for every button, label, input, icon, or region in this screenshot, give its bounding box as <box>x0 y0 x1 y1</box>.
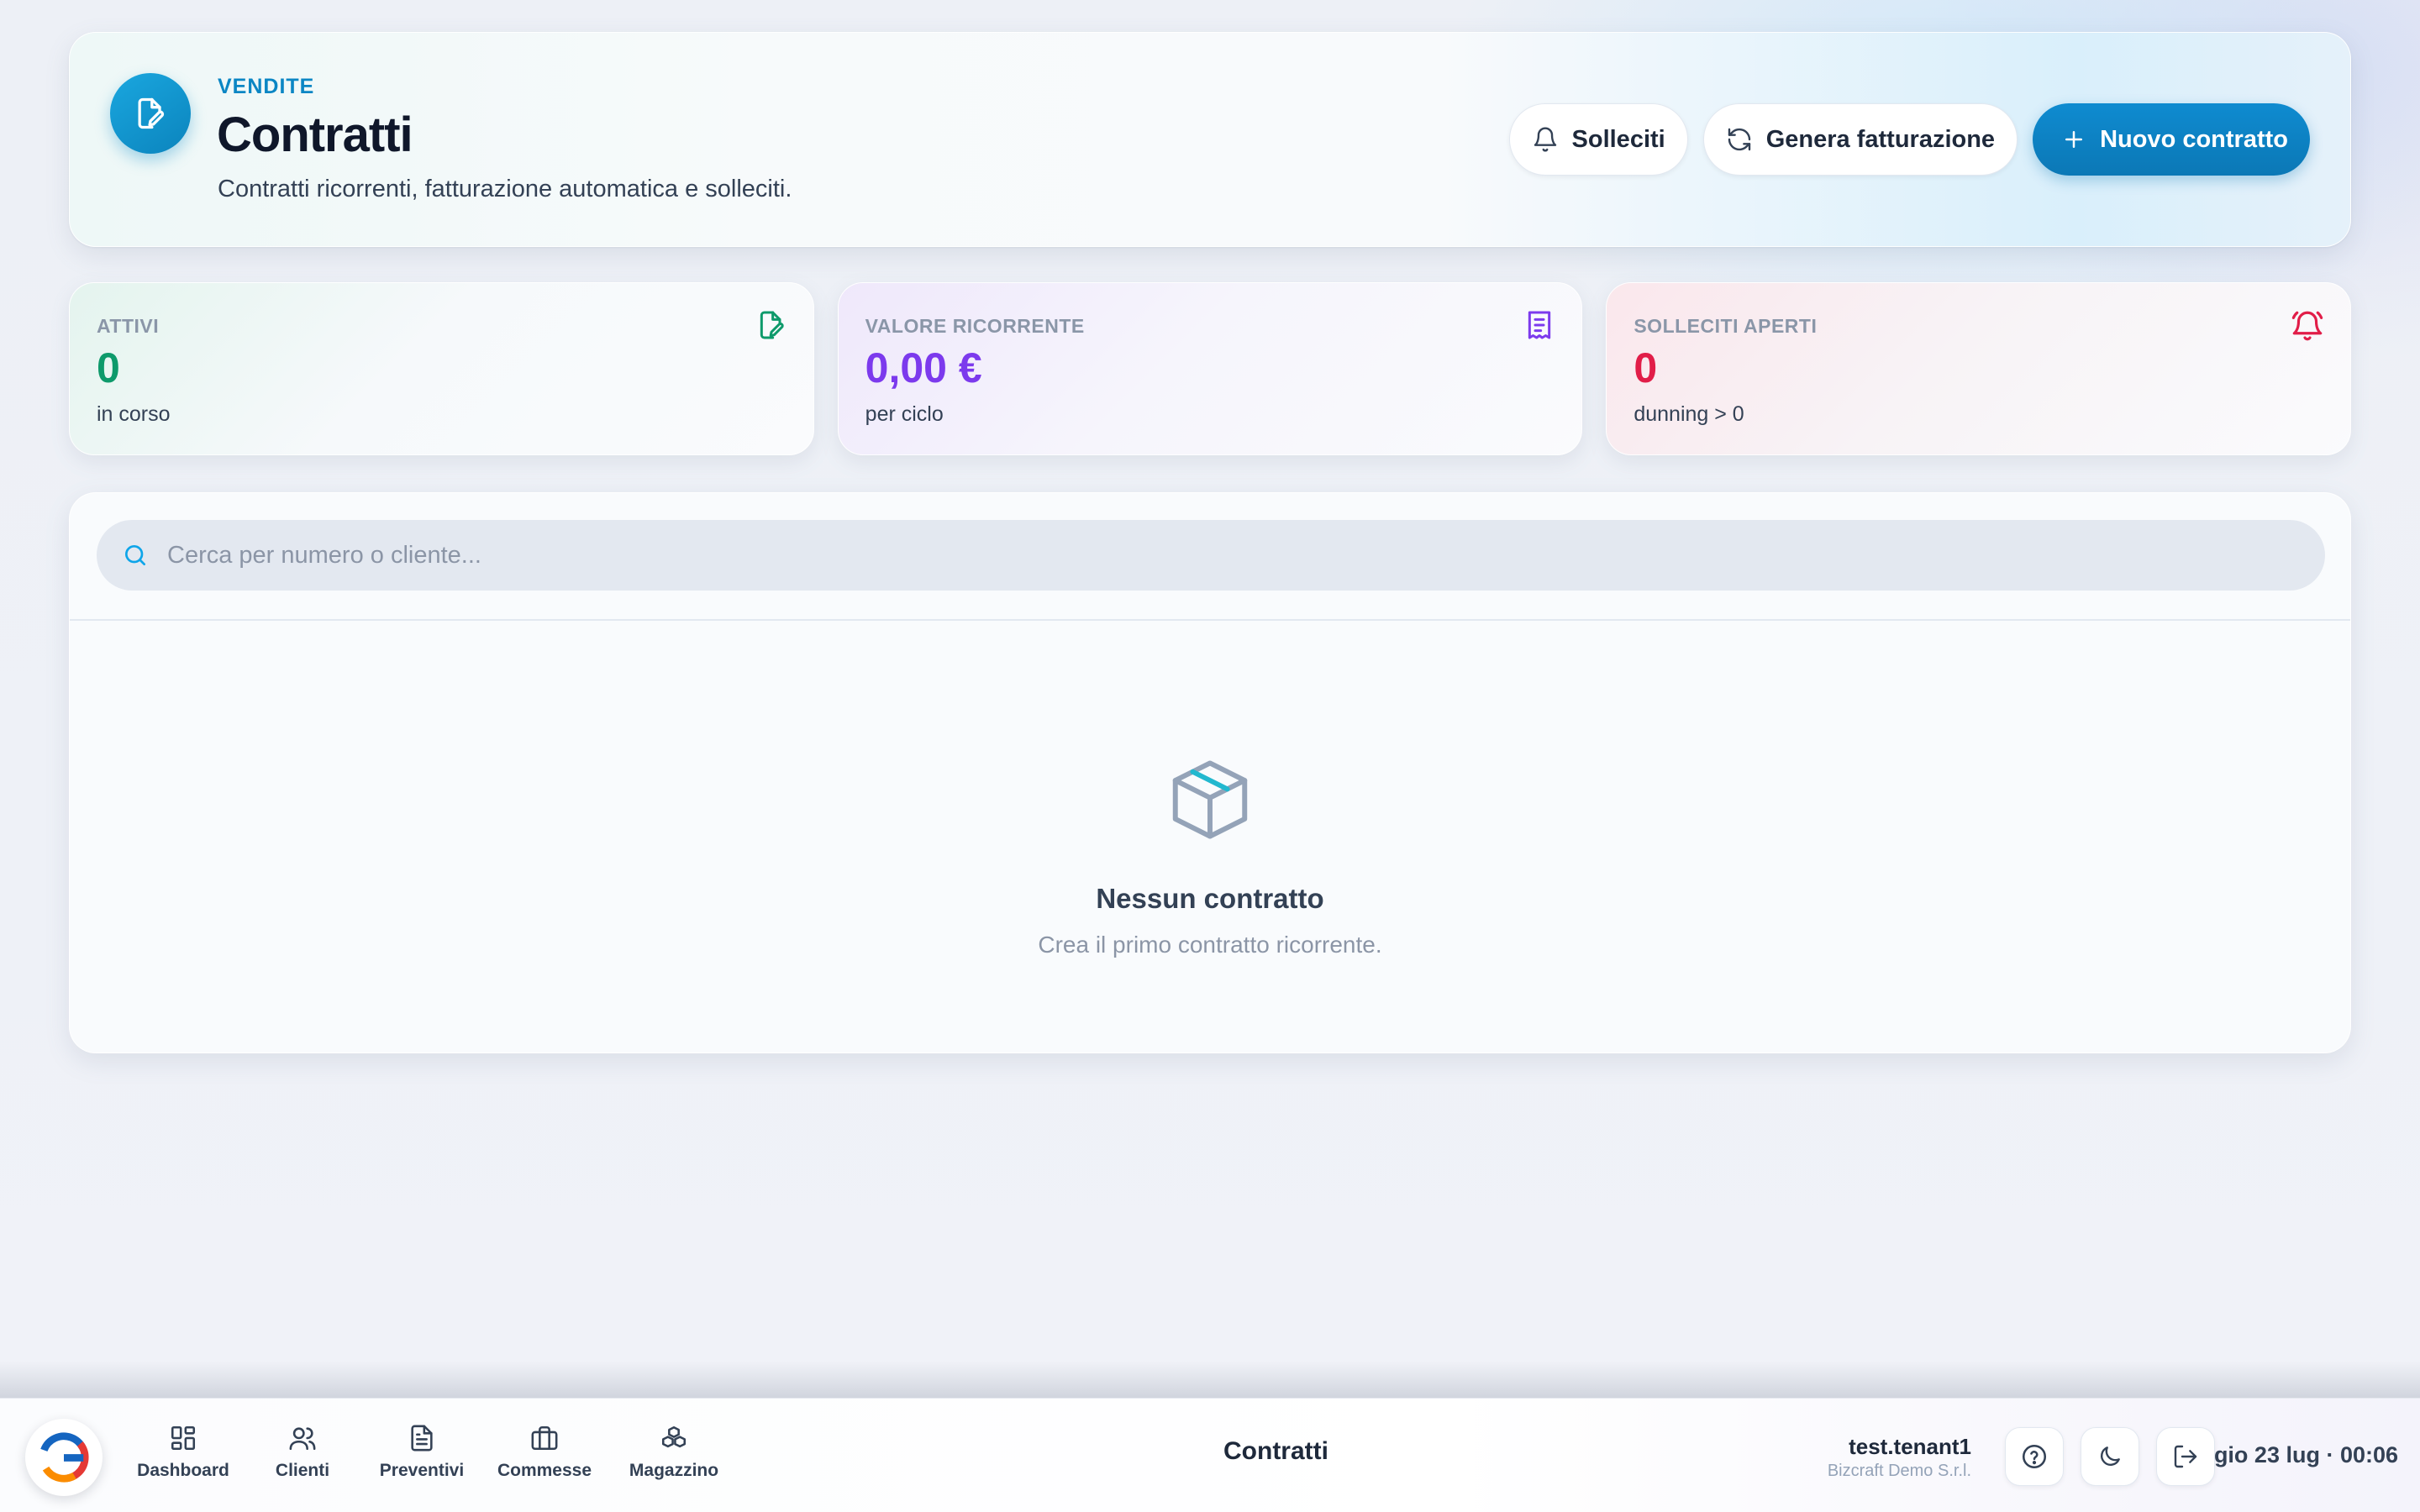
search-input[interactable] <box>167 541 2184 570</box>
logout-icon <box>2174 1445 2197 1468</box>
header-actions: Solleciti Genera fatturazione Nuovo cont… <box>1508 103 2310 176</box>
stat-note: dunning > 0 <box>1634 402 1744 426</box>
logout-button[interactable] <box>2156 1427 2215 1486</box>
generate-billing-button[interactable]: Genera fatturazione <box>1702 103 2018 176</box>
page-title: Contratti <box>217 108 413 162</box>
user-info[interactable]: test.tenant1 Bizcraft Demo S.r.l. <box>1828 1434 1971 1481</box>
contract-edit-icon <box>760 311 784 339</box>
plus-icon <box>2065 131 2083 148</box>
stat-value: 0,00 € <box>865 344 982 391</box>
receipt-icon <box>1528 311 1551 339</box>
stat-label: SOLLECITI APERTI <box>1634 315 1818 337</box>
stat-note: per ciclo <box>865 402 944 426</box>
user-company: Bizcraft Demo S.r.l. <box>1827 1462 1971 1480</box>
help-button[interactable] <box>2005 1427 2064 1486</box>
stat-card-active: ATTIVI 0 in corso <box>69 282 814 455</box>
bell-ring-icon <box>2291 311 2323 341</box>
briefcase-icon <box>531 1425 558 1451</box>
nav-item-preventivi[interactable]: Preventivi <box>365 1424 479 1481</box>
grid-icon <box>171 1425 196 1451</box>
search-bar[interactable] <box>97 520 2325 591</box>
nav-item-commesse[interactable]: Commesse <box>479 1424 610 1481</box>
empty-state-title: Nessun contratto <box>1096 883 1324 914</box>
nav-item-label: Preventivi <box>379 1461 465 1480</box>
page-subtitle: Contratti ricorrenti, fatturazione autom… <box>218 176 792 202</box>
dark-mode-button[interactable] <box>2081 1427 2139 1486</box>
new-contract-button[interactable]: Nuovo contratto <box>2033 103 2310 176</box>
stat-card-open-reminders: SOLLECITI APERTI 0 dunning > 0 <box>1606 282 2352 455</box>
stats-row: ATTIVI 0 in corso VALORE RICORRENTE 0,00… <box>69 282 2352 455</box>
logo-icon <box>39 1432 89 1483</box>
dock-nav: Dashboard Clienti Preventivi Commesse Ma… <box>126 1424 738 1481</box>
nav-item-dashboard[interactable]: Dashboard <box>126 1424 240 1481</box>
boxes-icon <box>661 1425 687 1448</box>
users-icon <box>289 1427 316 1451</box>
stat-value: 0 <box>1634 344 1658 391</box>
help-icon <box>2022 1444 2047 1469</box>
section-eyebrow: VENDITE <box>218 75 315 98</box>
date-time: gio 23 lug · 00:06 <box>2213 1442 2398 1467</box>
empty-state-subtitle: Crea il primo contratto ricorrente. <box>1038 932 1382 958</box>
search-icon <box>125 545 145 565</box>
page-header: VENDITE Contratti Contratti ricorrenti, … <box>69 32 2351 247</box>
contract-edit-icon <box>110 73 191 154</box>
empty-state: Nessun contratto Crea il primo contratto… <box>70 753 2350 958</box>
nav-item-label: Magazzino <box>629 1461 719 1480</box>
bottom-dock: Dashboard Clienti Preventivi Commesse Ma… <box>0 1398 2420 1512</box>
stat-label: ATTIVI <box>97 315 160 337</box>
moon-icon <box>2101 1446 2120 1466</box>
reminders-button[interactable]: Solleciti <box>1508 103 1688 176</box>
contracts-panel: Nessun contratto Crea il primo contratto… <box>69 492 2351 1053</box>
stat-card-recurring-value: VALORE RICORRENTE 0,00 € per ciclo <box>837 282 1583 455</box>
nav-item-label: Dashboard <box>137 1461 229 1480</box>
stat-note: in corso <box>97 402 171 426</box>
nav-item-magazzino[interactable]: Magazzino <box>610 1424 738 1481</box>
nav-item-clienti[interactable]: Clienti <box>240 1424 365 1481</box>
stat-value: 0 <box>97 344 120 391</box>
dock-shadow <box>0 1361 2420 1399</box>
bell-icon <box>1534 127 1556 152</box>
reminders-button-label: Solleciti <box>1571 125 1665 153</box>
generate-billing-button-label: Genera fatturazione <box>1765 125 1996 153</box>
app-logo[interactable] <box>25 1419 103 1496</box>
new-contract-button-label: Nuovo contratto <box>2100 125 2288 153</box>
page-content: VENDITE Contratti Contratti ricorrenti, … <box>69 32 2352 1053</box>
current-page-title: Contratti <box>1223 1437 1328 1465</box>
user-name: test.tenant1 <box>1849 1434 1971 1459</box>
package-icon <box>1172 760 1248 839</box>
document-icon <box>411 1425 433 1452</box>
nav-item-label: Commesse <box>497 1461 592 1480</box>
refresh-icon <box>1728 128 1750 151</box>
stat-label: VALORE RICORRENTE <box>865 315 1085 337</box>
divider <box>70 619 2350 621</box>
nav-item-label: Clienti <box>275 1461 330 1480</box>
